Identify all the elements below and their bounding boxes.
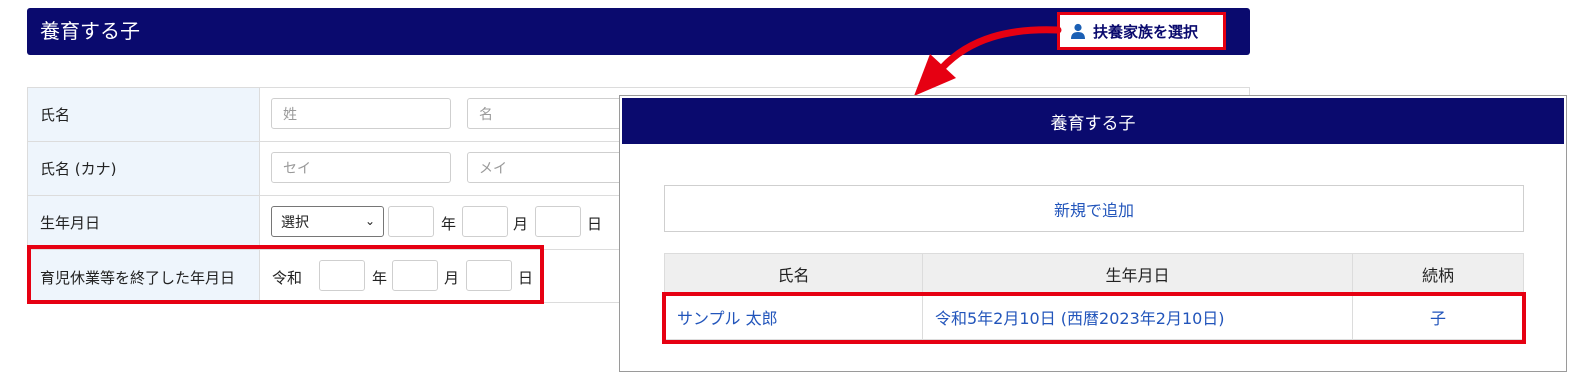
row-name-link[interactable]: サンプル 太郎 bbox=[665, 294, 923, 339]
list-header: 氏名 生年月日 続柄 bbox=[664, 253, 1524, 294]
leave-end-day-input[interactable] bbox=[466, 260, 512, 291]
row-birthdate-link[interactable]: 令和5年2月10日 (西暦2023年2月10日) bbox=[923, 294, 1353, 339]
year-unit: 年 bbox=[372, 269, 388, 287]
year-unit: 年 bbox=[441, 215, 457, 233]
birth-year-input[interactable] bbox=[388, 206, 434, 237]
person-icon bbox=[1071, 23, 1085, 39]
birth-month-input[interactable] bbox=[462, 206, 508, 237]
month-unit: 月 bbox=[444, 269, 460, 287]
col-relation-header: 続柄 bbox=[1421, 265, 1454, 285]
last-name-kana-input[interactable]: セイ bbox=[271, 152, 451, 183]
day-unit: 日 bbox=[587, 215, 603, 233]
callout-arrow bbox=[914, 26, 1062, 96]
era-text: 令和 bbox=[272, 269, 303, 287]
modal-title: 養育する子 bbox=[622, 98, 1564, 144]
select-family-button[interactable]: 扶養家族を選択 bbox=[1057, 12, 1226, 50]
name-label: 氏名 bbox=[28, 88, 260, 141]
leave-end-label: 育児休業等を終了した年月日 bbox=[28, 250, 260, 304]
birth-day-input[interactable] bbox=[535, 206, 581, 237]
family-list: 氏名 生年月日 続柄 サンプル 太郎 令和5年2月10日 (西暦2023年2月1… bbox=[664, 253, 1524, 340]
birthdate-label: 生年月日 bbox=[28, 196, 260, 249]
leave-end-month-input[interactable] bbox=[392, 260, 438, 291]
section-title: 養育する子 bbox=[40, 19, 140, 43]
col-birthdate-header: 生年月日 bbox=[923, 254, 1353, 293]
kana-label: 氏名 (カナ) bbox=[28, 142, 260, 195]
month-unit: 月 bbox=[513, 215, 529, 233]
last-name-input[interactable]: 姓 bbox=[271, 98, 451, 129]
col-name-header: 氏名 bbox=[665, 254, 923, 293]
add-new-button[interactable]: 新規で追加 bbox=[664, 185, 1524, 232]
select-child-modal: 養育する子 新規で追加 氏名 生年月日 続柄 サンプル 太郎 令和5年2月10日… bbox=[619, 95, 1567, 372]
table-row[interactable]: サンプル 太郎 令和5年2月10日 (西暦2023年2月10日) 子 bbox=[664, 294, 1524, 340]
leave-end-year-input[interactable] bbox=[319, 260, 365, 291]
day-unit: 日 bbox=[518, 269, 534, 287]
select-family-label: 扶養家族を選択 bbox=[1093, 22, 1199, 41]
row-relation-link[interactable]: 子 bbox=[1353, 294, 1523, 339]
era-select-value: 選択 bbox=[281, 214, 309, 231]
chevron-down-icon: ⌄ bbox=[364, 214, 375, 228]
era-select[interactable]: 選択 ⌄ bbox=[271, 206, 384, 237]
